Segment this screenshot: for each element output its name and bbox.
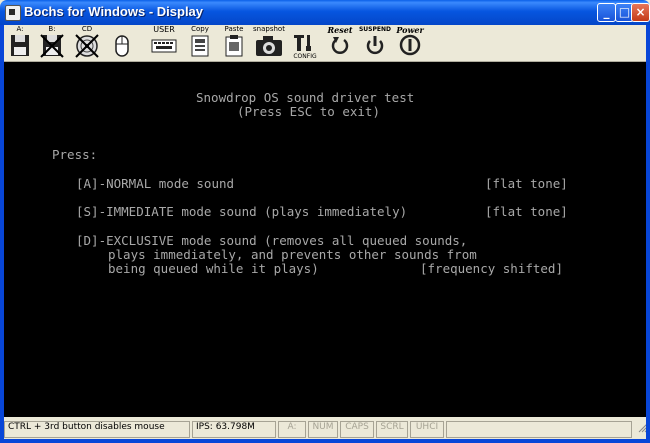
copy-button[interactable]: Copy — [186, 25, 214, 61]
floppy-disk-disabled-icon — [40, 34, 64, 58]
emulator-display[interactable]: Snowdrop OS sound driver test (Press ESC… — [4, 62, 646, 417]
status-caps: CAPS — [340, 421, 374, 438]
status-empty — [446, 421, 632, 438]
config-icon — [294, 35, 311, 51]
floppy-b-label: B: — [48, 25, 56, 33]
power-icon — [399, 34, 421, 56]
window-title: Bochs for Windows - Display — [24, 4, 204, 19]
copy-label: Copy — [191, 25, 209, 33]
keyboard-icon — [151, 39, 177, 53]
status-scrl: SCRL — [376, 421, 408, 438]
status-drive-a: A: — [278, 421, 306, 438]
option-d-text-line2: plays immediately, and prevents other so… — [108, 247, 477, 262]
paste-button[interactable]: Paste — [220, 25, 248, 61]
snapshot-label: snapshot — [253, 25, 285, 33]
app-icon[interactable] — [5, 5, 21, 21]
window-frame-bottom — [0, 439, 650, 443]
config-label: CONFIG — [293, 53, 317, 60]
paste-icon — [225, 35, 243, 57]
mouse-icon — [115, 35, 129, 57]
snapshot-button[interactable]: snapshot — [252, 25, 286, 61]
option-a-text: [A]-NORMAL mode sound — [76, 176, 235, 191]
reset-icon — [331, 37, 349, 54]
status-num: NUM — [308, 421, 338, 438]
config-button[interactable]: CONFIG — [290, 25, 320, 61]
option-d-tag: [frequency shifted] — [420, 261, 563, 276]
user-button[interactable]: USER — [148, 25, 180, 61]
floppy-disk-icon — [11, 35, 29, 56]
cdrom-disabled-icon — [75, 34, 99, 58]
copy-icon — [191, 35, 209, 57]
title-bar[interactable]: Bochs for Windows - Display _ □ × — [0, 0, 650, 25]
screen-press-label: Press: — [52, 147, 98, 162]
suspend-button[interactable]: SUSPEND — [358, 25, 392, 61]
mouse-button[interactable] — [108, 25, 136, 61]
floppy-a-label: A: — [16, 25, 24, 33]
user-label: USER — [153, 25, 175, 34]
status-hint: CTRL + 3rd button disables mouse — [4, 421, 190, 438]
option-a-tag: [flat tone] — [485, 176, 568, 191]
option-d-text-line1: [D]-EXCLUSIVE mode sound (removes all qu… — [76, 233, 468, 248]
window-frame-right — [646, 25, 650, 443]
close-button[interactable]: × — [631, 3, 650, 22]
reset-label: Reset — [327, 25, 353, 35]
power-button[interactable]: Power — [394, 25, 426, 61]
status-uhci: UHCI — [410, 421, 444, 438]
resize-grip-icon[interactable] — [634, 421, 646, 438]
option-s-tag: [flat tone] — [485, 204, 568, 219]
screen-subtitle: (Press ESC to exit) — [237, 104, 380, 119]
suspend-label: SUSPEND — [358, 26, 391, 33]
status-bar: CTRL + 3rd button disables mouse IPS: 63… — [4, 420, 646, 439]
toolbar: A: B: CD USER Copy Paste snapshot CONFIG… — [4, 25, 646, 62]
floppy-a-button[interactable]: A: — [6, 25, 34, 61]
power-label: Power — [396, 25, 424, 35]
minimize-button[interactable]: _ — [597, 3, 616, 22]
suspend-icon — [366, 36, 384, 55]
floppy-b-button[interactable]: B: — [38, 25, 66, 61]
camera-icon — [256, 36, 282, 56]
option-d-text-line3: being queued while it plays) — [108, 261, 319, 276]
cdrom-label: CD — [81, 25, 93, 33]
cdrom-button[interactable]: CD — [72, 25, 102, 61]
screen-title: Snowdrop OS sound driver test — [196, 90, 415, 105]
option-s-text: [S]-IMMEDIATE mode sound (plays immediat… — [76, 204, 408, 219]
status-ips: IPS: 63.798M — [192, 421, 276, 438]
paste-label: Paste — [224, 25, 244, 33]
reset-button[interactable]: Reset — [324, 25, 356, 61]
